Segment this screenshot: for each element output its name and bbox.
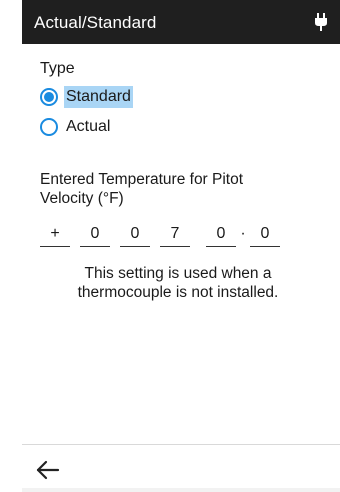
- plug-icon: [315, 13, 327, 31]
- radio-label-standard: Standard: [64, 86, 133, 108]
- page-title: Actual/Standard: [34, 13, 157, 32]
- temperature-input: + 0 0 7 0 · 0: [40, 224, 340, 250]
- sign-field[interactable]: +: [40, 224, 70, 247]
- radio-standard[interactable]: Standard: [40, 86, 133, 108]
- digit-field-3[interactable]: 7: [160, 224, 190, 247]
- device-screen: Actual/Standard Type Standard Actual Ent…: [22, 0, 340, 492]
- decimal-digit-field[interactable]: 0: [250, 224, 280, 247]
- arrow-left-icon[interactable]: [30, 456, 64, 484]
- type-label: Type: [40, 60, 75, 77]
- footer-divider: [22, 444, 340, 445]
- digit-field-1[interactable]: 0: [80, 224, 110, 247]
- title-bar: Actual/Standard: [22, 0, 340, 44]
- radio-actual[interactable]: Actual: [40, 116, 112, 138]
- radio-button-checked[interactable]: [40, 88, 58, 106]
- info-note: This setting is used when a thermocouple…: [77, 265, 279, 301]
- radio-label-actual: Actual: [66, 118, 111, 135]
- temperature-label: Entered Temperature for Pitot Velocity (…: [40, 171, 244, 207]
- digit-field-2[interactable]: 0: [120, 224, 150, 247]
- digit-field-4[interactable]: 0: [206, 224, 236, 247]
- radio-button-unchecked[interactable]: [40, 118, 58, 136]
- radio-dot: [44, 92, 54, 102]
- decimal-separator: ·: [240, 225, 246, 242]
- footer-strip: [22, 488, 340, 492]
